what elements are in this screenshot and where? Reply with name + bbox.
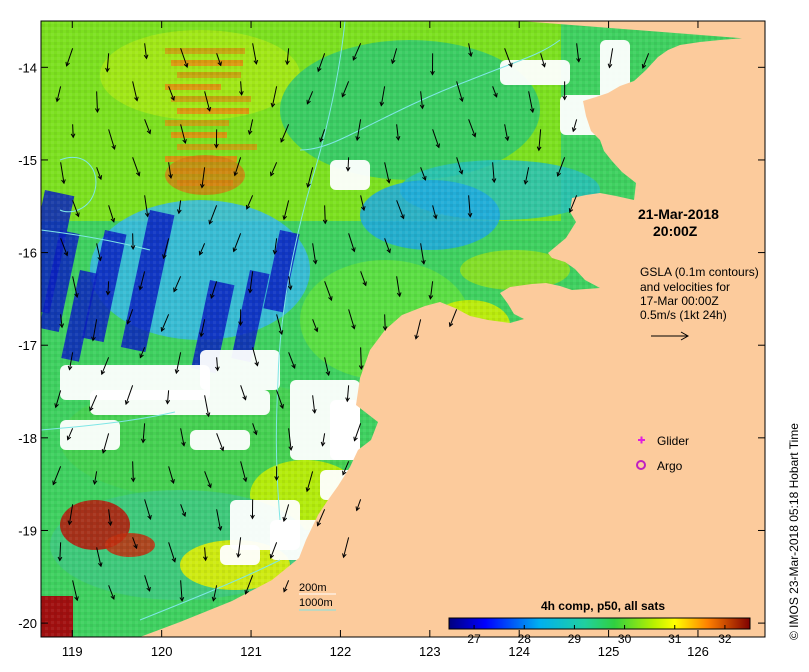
lat-tick-label: -14 xyxy=(18,60,37,75)
isobath-1000-label: 1000m xyxy=(299,597,333,609)
gsla-note-line3: 17-Mar 00:00Z xyxy=(640,294,719,308)
legend-argo-label: Argo xyxy=(657,459,683,473)
map-plot-area[interactable] xyxy=(20,21,765,637)
legend-glider-label: Glider xyxy=(657,434,689,448)
lon-tick-label: 124 xyxy=(508,644,530,659)
lat-tick-label: -19 xyxy=(18,523,37,538)
colorbar-tick-label: 32 xyxy=(718,632,732,646)
lon-tick-label: 125 xyxy=(598,644,620,659)
lat-tick-label: -15 xyxy=(18,153,37,168)
gsla-note-line2: and velocities for xyxy=(640,280,730,294)
colorbar-title: 4h comp, p50, all sats xyxy=(541,599,665,613)
colorbar-tick-label: 28 xyxy=(518,632,532,646)
lon-tick-label: 126 xyxy=(687,644,709,659)
gsla-note-line4: 0.5m/s (1kt 24h) xyxy=(640,308,727,322)
gsla-note-line1: GSLA (0.1m contours) xyxy=(640,265,759,279)
lon-tick-label: 123 xyxy=(419,644,441,659)
lon-tick-label: 119 xyxy=(62,644,83,659)
timestamp-date: 21-Mar-2018 xyxy=(638,206,719,222)
isobath-200-label: 200m xyxy=(299,582,327,594)
lon-tick-label: 121 xyxy=(240,644,262,659)
colorbar-tick-label: 29 xyxy=(568,632,582,646)
colorbar-tick-label: 27 xyxy=(467,632,481,646)
lon-tick-label: 120 xyxy=(151,644,173,659)
lon-tick-label: 122 xyxy=(330,644,352,659)
imos-credit: © IMOS 23-Mar-2018 05:18 Hobart Time xyxy=(787,423,801,640)
timestamp-time: 20:00Z xyxy=(653,223,698,239)
colorbar-gradient xyxy=(448,617,751,630)
sst-map-figure: 119 120 121 122 123 124 125 126 -14 -15 -16 -17 -18 -… xyxy=(18,20,801,659)
colorbar-tick-label: 31 xyxy=(668,632,682,646)
lat-tick-label: -17 xyxy=(18,338,37,353)
lat-tick-label: -20 xyxy=(18,616,37,631)
lat-tick-label: -16 xyxy=(18,246,37,261)
colorbar-tick-label: 30 xyxy=(618,632,632,646)
lat-tick-label: -18 xyxy=(18,431,37,446)
